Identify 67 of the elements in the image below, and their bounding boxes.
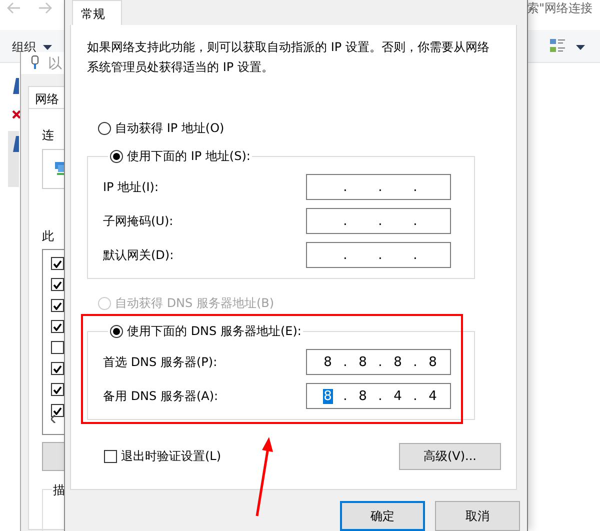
field-label: IP 地址(I):: [103, 178, 159, 196]
radio-label: 自动获得 DNS 服务器地址(B): [115, 294, 274, 312]
search-field[interactable]: 索"网络连接: [527, 0, 593, 17]
octet-text: 8: [428, 354, 438, 370]
checkbox[interactable]: [51, 383, 64, 396]
dot-separator: .: [412, 248, 418, 262]
dot-separator: .: [342, 354, 348, 370]
description-text: 如果网络支持此功能，则可以获取自动指派的 IP 设置。否则，你需要从网络系统管理员处获得适当的 IP 设置。: [87, 39, 490, 76]
field-label: 备用 DNS 服务器(A):: [103, 388, 218, 404]
ip-address-field[interactable]: . . .: [306, 174, 451, 200]
radio-label: 自动获得 IP 地址(O): [115, 120, 224, 136]
checkbox[interactable]: [51, 257, 64, 270]
ok-button[interactable]: 确定: [340, 501, 425, 531]
octet-text: 8: [358, 388, 368, 404]
error-icon: [12, 110, 21, 119]
organize-menu[interactable]: 组织: [12, 39, 36, 56]
field-label: 默认网关(D):: [103, 246, 174, 264]
field-label: 首选 DNS 服务器(P):: [103, 354, 218, 370]
checkbox-label: 退出时验证设置(L): [121, 448, 222, 465]
dot-separator: .: [342, 388, 348, 404]
radio-button[interactable]: [110, 324, 123, 338]
components-label: 此: [42, 228, 54, 245]
dot-separator: .: [412, 214, 418, 228]
caret-icon[interactable]: [576, 45, 585, 50]
scroll-left-icon[interactable]: [51, 415, 56, 423]
radio-label: 使用下面的 IP 地址(S):: [127, 148, 250, 164]
dot-separator: .: [412, 180, 418, 194]
checkbox[interactable]: [51, 362, 64, 375]
octet-text: 4: [392, 388, 403, 404]
selected-item-highlight[interactable]: [8, 131, 19, 187]
ip-address-field[interactable]: . . .: [306, 208, 451, 234]
checkbox[interactable]: [51, 404, 64, 417]
checkbox[interactable]: [51, 278, 64, 291]
radio-button[interactable]: [110, 150, 123, 162]
dot-separator: .: [412, 354, 418, 370]
dot-separator: .: [342, 180, 348, 194]
dot-separator: .: [412, 388, 418, 404]
radio-button[interactable]: [98, 122, 111, 134]
caret-icon[interactable]: [43, 45, 52, 50]
dot-separator: .: [377, 354, 384, 370]
dot-separator: .: [377, 248, 384, 262]
checkbox[interactable]: [51, 299, 64, 312]
advanced-button[interactable]: 高级(V)...: [399, 443, 501, 470]
dot-separator: .: [377, 388, 384, 404]
checkbox[interactable]: [104, 450, 117, 463]
ip-address-field[interactable]: 8 . 8 . 4 . 4: [306, 383, 451, 409]
checkbox[interactable]: [51, 341, 64, 354]
octet-text: 8: [358, 354, 368, 370]
view-options-icon[interactable]: [550, 39, 566, 53]
dot-separator: .: [342, 248, 348, 262]
dot-separator: .: [377, 214, 384, 228]
checkbox[interactable]: [51, 320, 64, 333]
connection-label: 连: [42, 127, 54, 144]
dot-separator: .: [342, 214, 348, 228]
tab[interactable]: 常规: [72, 0, 122, 25]
ip-address-field[interactable]: 8 . 8 . 8 . 8: [306, 349, 451, 375]
octet-text: 8: [322, 388, 333, 404]
dot-separator: .: [377, 180, 384, 194]
octet-text: 4: [428, 388, 438, 404]
ip-address-field[interactable]: . . .: [306, 242, 451, 268]
octet-text: 8: [392, 354, 403, 370]
octet-text: 8: [322, 354, 333, 370]
window-title: 以: [48, 55, 62, 73]
field-label: 子网掩码(U):: [103, 212, 174, 230]
radio-label: 使用下面的 DNS 服务器地址(E):: [127, 322, 302, 340]
tab[interactable]: 网络: [28, 86, 65, 108]
cancel-button[interactable]: 取消: [435, 501, 520, 531]
